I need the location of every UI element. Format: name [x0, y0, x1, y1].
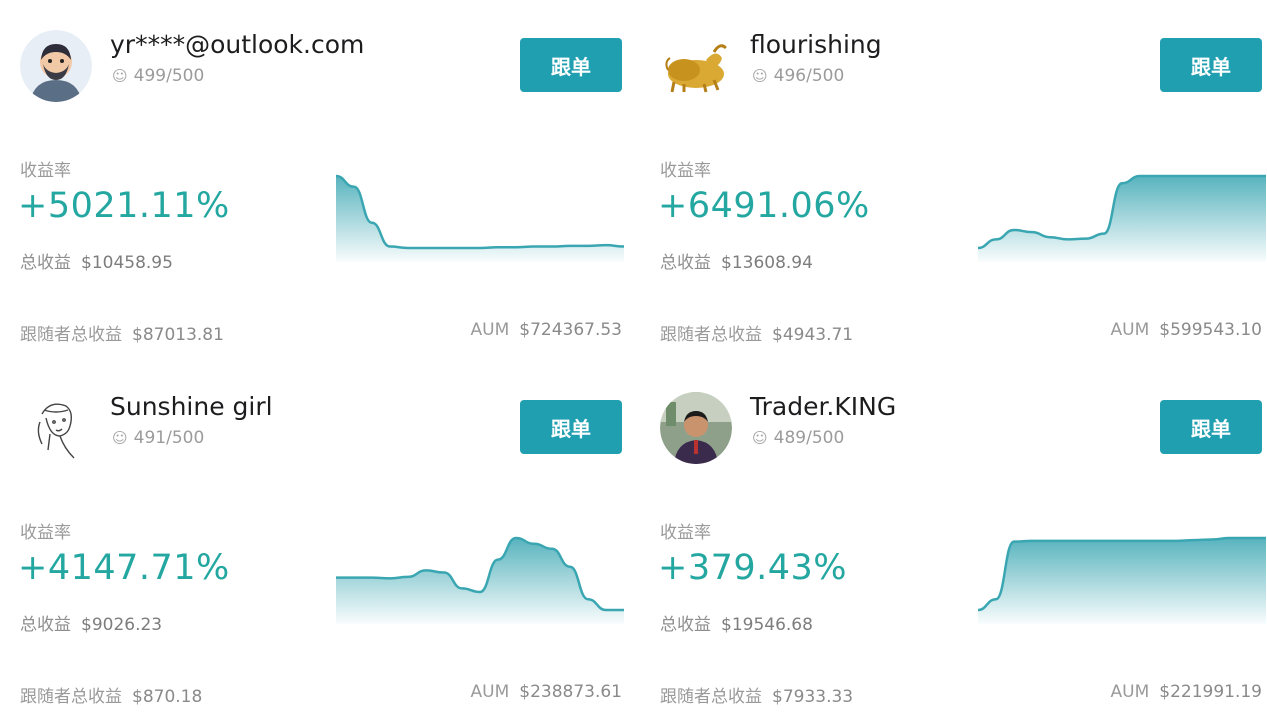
total-profit-value: $9026.23: [81, 615, 163, 635]
rate-value: +6491.06%: [658, 186, 870, 226]
total-profit-value: $10458.95: [81, 253, 173, 273]
aum-value: $724367.53: [519, 320, 622, 340]
aum-label: AUM: [470, 320, 510, 340]
total-profit: 总收益 $9026.23: [20, 610, 162, 635]
follower-profit-value: $7933.33: [772, 687, 854, 707]
follower-profit-label: 跟随者总收益: [20, 325, 122, 345]
rate-value: +4147.71%: [18, 548, 230, 588]
follow-button[interactable]: 跟单: [520, 400, 622, 454]
aum-value: $599543.10: [1159, 320, 1262, 340]
total-profit: 总收益 $19546.68: [660, 610, 813, 635]
trader-card[interactable]: flourishing ☺ 496/500 跟单 收益率 +6491.06% 总…: [640, 0, 1266, 354]
follower-profit: 跟随者总收益 $87013.81: [20, 320, 224, 345]
follower-seats: ☺ 499/500: [112, 66, 204, 86]
follower-profit-value: $870.18: [132, 687, 203, 707]
trader-card-grid: yr****@outlook.com ☺ 499/500 跟单 收益率 +502…: [0, 0, 1267, 708]
follower-profit-value: $87013.81: [132, 325, 224, 345]
sparkline-area: [978, 538, 1266, 624]
total-profit-label: 总收益: [20, 615, 71, 635]
profit-sparkline: [336, 536, 624, 624]
follower-seats: ☺ 491/500: [112, 428, 204, 448]
follower-profit-label: 跟随者总收益: [660, 687, 762, 707]
follower-profit: 跟随者总收益 $870.18: [20, 682, 202, 707]
profit-sparkline: [978, 536, 1266, 624]
total-profit: 总收益 $10458.95: [20, 248, 173, 273]
trader-card[interactable]: yr****@outlook.com ☺ 499/500 跟单 收益率 +502…: [0, 0, 624, 354]
trader-card[interactable]: Trader.KING ☺ 489/500 跟单 收益率 +379.43% 总收…: [640, 362, 1266, 716]
aum-value: $238873.61: [519, 682, 622, 702]
aum-value: $221991.19: [1159, 682, 1262, 702]
total-profit-label: 总收益: [660, 615, 711, 635]
aum: AUM $599543.10: [1111, 320, 1263, 340]
aum-label: AUM: [470, 682, 510, 702]
users-icon: ☺: [112, 429, 128, 447]
rate-value: +379.43%: [658, 548, 848, 588]
aum: AUM $238873.61: [471, 682, 623, 702]
follow-button[interactable]: 跟单: [1160, 38, 1262, 92]
rate-label: 收益率: [660, 161, 711, 181]
follower-profit: 跟随者总收益 $4943.71: [660, 320, 853, 345]
seats-count: 496/500: [773, 66, 845, 86]
follow-button[interactable]: 跟单: [520, 38, 622, 92]
profit-sparkline: [978, 174, 1266, 262]
aum-label: AUM: [1110, 682, 1150, 702]
avatar[interactable]: [660, 30, 732, 102]
trader-name[interactable]: Trader.KING: [750, 392, 896, 421]
aum: AUM $724367.53: [471, 320, 623, 340]
profit-sparkline: [336, 174, 624, 262]
avatar[interactable]: [660, 392, 732, 464]
follower-profit: 跟随者总收益 $7933.33: [660, 682, 853, 707]
follower-profit-label: 跟随者总收益: [660, 325, 762, 345]
rate-label: 收益率: [660, 523, 711, 543]
total-profit: 总收益 $13608.94: [660, 248, 813, 273]
trader-name[interactable]: flourishing: [750, 30, 882, 59]
sparkline-area: [978, 176, 1266, 262]
total-profit-label: 总收益: [20, 253, 71, 273]
seats-count: 491/500: [133, 428, 205, 448]
aum-label: AUM: [1110, 320, 1150, 340]
follower-seats: ☺ 496/500: [752, 66, 844, 86]
seats-count: 499/500: [133, 66, 205, 86]
follower-profit-value: $4943.71: [772, 325, 854, 345]
rate-label: 收益率: [20, 523, 71, 543]
total-profit-value: $19546.68: [721, 615, 813, 635]
follow-button[interactable]: 跟单: [1160, 400, 1262, 454]
users-icon: ☺: [112, 67, 128, 85]
follower-profit-label: 跟随者总收益: [20, 687, 122, 707]
seats-count: 489/500: [773, 428, 845, 448]
rate-value: +5021.11%: [18, 186, 230, 226]
users-icon: ☺: [752, 67, 768, 85]
aum: AUM $221991.19: [1111, 682, 1263, 702]
rate-label: 收益率: [20, 161, 71, 181]
users-icon: ☺: [752, 429, 768, 447]
trader-name[interactable]: yr****@outlook.com: [110, 30, 364, 59]
total-profit-label: 总收益: [660, 253, 711, 273]
avatar[interactable]: [20, 392, 92, 464]
trader-card[interactable]: Sunshine girl ☺ 491/500 跟单 收益率 +4147.71%…: [0, 362, 624, 716]
total-profit-value: $13608.94: [721, 253, 813, 273]
avatar[interactable]: [20, 30, 92, 102]
sparkline-area: [336, 538, 624, 624]
follower-seats: ☺ 489/500: [752, 428, 844, 448]
trader-name[interactable]: Sunshine girl: [110, 392, 273, 421]
